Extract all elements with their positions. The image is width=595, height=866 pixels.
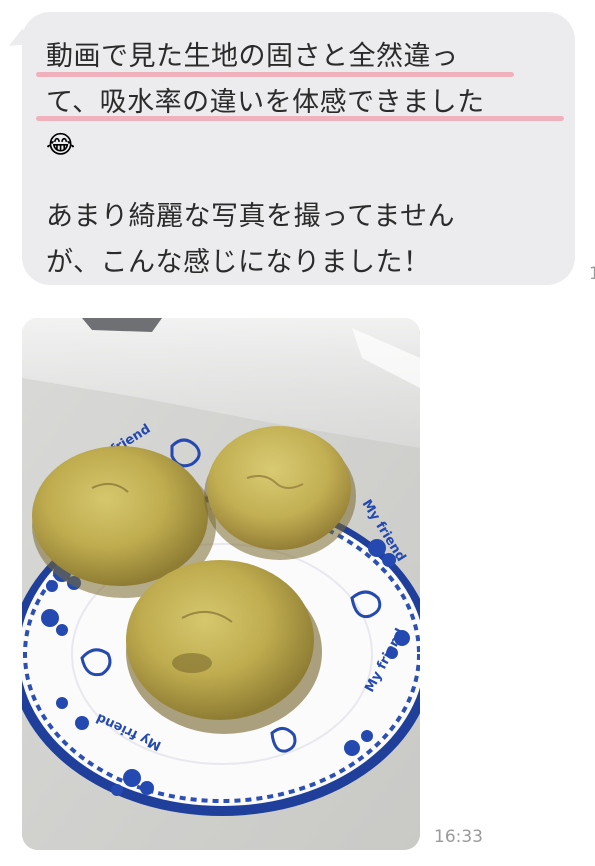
message-line-4: が、こんな感じになりました！ bbox=[46, 247, 431, 278]
message-line-3: あまり綺麗な写真を撮ってません bbox=[46, 201, 455, 232]
laughing-emoji-icon: 😂 bbox=[46, 130, 76, 159]
chat-view: 動画で見た生地の固さと全然違っ て、吸水率の違いを体感できました 😂 あまり綺麗… bbox=[0, 0, 595, 866]
message-line-2: て、吸水率の違いを体感できました bbox=[46, 87, 485, 118]
message-bubble[interactable]: 動画で見た生地の固さと全然違っ て、吸水率の違いを体感できました 😂 あまり綺麗… bbox=[22, 12, 575, 285]
muffin-photo[interactable]: My friend My friend My friend My friend bbox=[22, 318, 420, 850]
read-count: 1 bbox=[589, 264, 595, 284]
message-timestamp: 16:33 bbox=[434, 827, 483, 847]
message-line-1: 動画で見た生地の固さと全然違っ bbox=[46, 41, 459, 72]
muffin-photo-image: My friend My friend My friend My friend bbox=[22, 318, 420, 850]
